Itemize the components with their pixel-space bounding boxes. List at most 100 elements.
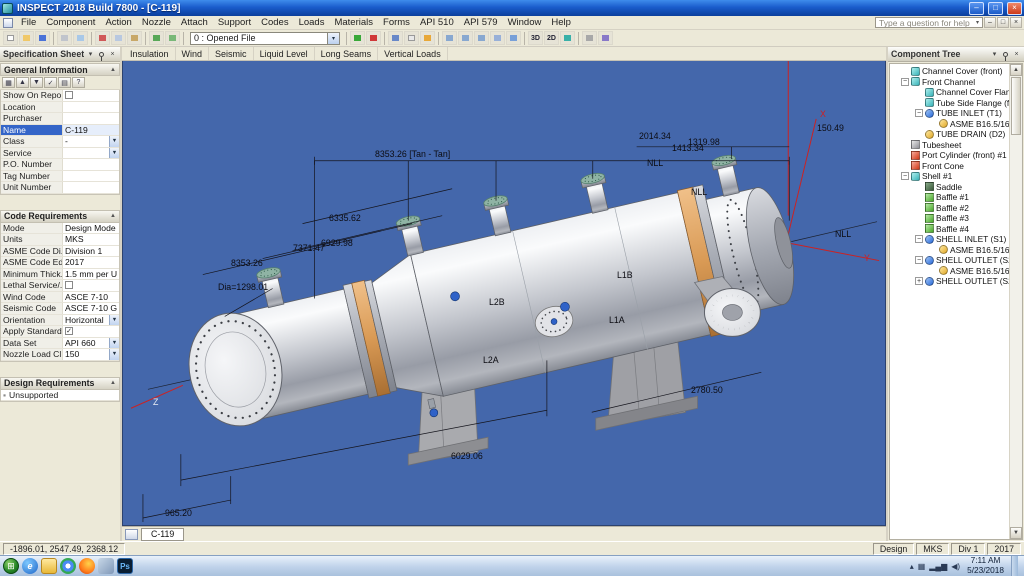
3d-model-canvas[interactable]	[123, 61, 885, 525]
chevron-down-icon[interactable]: ▾	[327, 32, 339, 44]
property-value[interactable]: ASCE 7-10▼	[63, 291, 119, 302]
analysis-tab[interactable]: Wind	[176, 47, 210, 60]
property-row[interactable]: Name C-119▼	[1, 124, 119, 136]
tree-item[interactable]: Baffle #2	[890, 203, 1009, 214]
property-value[interactable]: - ▼	[63, 136, 119, 147]
separator[interactable]	[183, 31, 184, 45]
property-row[interactable]: Apply Standard... ▼	[1, 326, 119, 338]
report-icon[interactable]: ▤	[58, 77, 71, 88]
tree-item[interactable]: Channel Cover Flange	[890, 87, 1009, 98]
move-down-icon[interactable]: ▼	[30, 77, 43, 88]
tree-item[interactable]: Channel Cover (front)	[890, 66, 1009, 77]
undo-button[interactable]	[149, 31, 164, 45]
property-value[interactable]: 2017▼	[63, 257, 119, 268]
property-value[interactable]: ASCE 7-10 Gro...▼	[63, 303, 119, 314]
view-2d-button[interactable]: 2D	[544, 31, 559, 45]
menu-item[interactable]: Attach	[176, 17, 213, 28]
property-row[interactable]: ASME Code Ed... 2017▼	[1, 257, 119, 269]
show-desktop-button[interactable]	[1011, 555, 1018, 576]
render-button[interactable]	[560, 31, 575, 45]
datasheet-view-icon[interactable]: ▦	[2, 77, 15, 88]
dropdown-button[interactable]: ▼	[109, 136, 119, 147]
pin-icon[interactable]	[99, 51, 104, 61]
property-value[interactable]: ▼	[63, 101, 119, 112]
refresh-button[interactable]	[350, 31, 365, 45]
pin-icon[interactable]	[1003, 51, 1008, 61]
menu-item[interactable]: Codes	[256, 17, 293, 28]
apply-icon[interactable]: ✓	[44, 77, 57, 88]
tree-item[interactable]: Tube Side Flange (fror	[890, 98, 1009, 109]
tray-app-icon[interactable]: ▦	[918, 562, 926, 571]
report-button[interactable]	[404, 31, 419, 45]
separator[interactable]	[91, 31, 92, 45]
datasheet-button[interactable]	[388, 31, 403, 45]
analysis-tab[interactable]: Insulation	[124, 47, 176, 60]
property-row[interactable]: Location ▼	[1, 101, 119, 113]
property-row[interactable]: Orientation Horizontal ▼	[1, 314, 119, 326]
property-value[interactable]: ▼	[63, 280, 119, 291]
tree-item[interactable]: Baffle #1	[890, 192, 1009, 203]
doc-minimize-button[interactable]: –	[984, 17, 996, 28]
tree-expander[interactable]	[901, 77, 909, 86]
photoshop-icon[interactable]: Ps	[117, 558, 133, 574]
property-value[interactable]: Horizontal ▼	[63, 314, 119, 325]
checkbox[interactable]	[65, 281, 73, 290]
stop-button[interactable]	[366, 31, 381, 45]
checkbox[interactable]	[65, 327, 73, 336]
menu-item[interactable]: Support	[213, 17, 256, 28]
tree-item[interactable]: Saddle	[890, 182, 1009, 193]
maximize-button[interactable]: □	[988, 1, 1003, 15]
paste-button[interactable]	[127, 31, 142, 45]
calculate-button[interactable]	[420, 31, 435, 45]
property-row[interactable]: Mode Design Mode▼	[1, 222, 119, 234]
property-row[interactable]: Minimum Thick... 1.5 mm per UG...▼	[1, 268, 119, 280]
separator[interactable]	[53, 31, 54, 45]
model-tab[interactable]: C-119	[141, 527, 185, 541]
tree-item[interactable]: SHELL INLET (S1)	[890, 234, 1009, 245]
tree-expander[interactable]	[915, 277, 923, 286]
property-value[interactable]: ▼	[63, 90, 119, 101]
section-general-information[interactable]: General Information ▲	[0, 63, 120, 76]
property-value[interactable]: ▼	[63, 147, 119, 158]
property-row[interactable]: Seismic Code ASCE 7-10 Gro...▼	[1, 303, 119, 315]
menu-item[interactable]: Action	[100, 17, 136, 28]
scroll-up-icon[interactable]: ▲	[1010, 64, 1022, 76]
tree-item[interactable]: ASME B16.5/16.47	[890, 266, 1009, 277]
zoom-out-button[interactable]	[458, 31, 473, 45]
property-row[interactable]: Data Set API 660 ▼	[1, 337, 119, 349]
menu-item[interactable]: Component	[41, 17, 100, 28]
tree-item[interactable]: Shell #1	[890, 171, 1009, 182]
property-row[interactable]: Unit Number ▼	[1, 182, 119, 194]
analysis-tab[interactable]: Liquid Level	[254, 47, 315, 60]
file-explorer-icon[interactable]	[41, 558, 57, 574]
analysis-tab[interactable]: Vertical Loads	[378, 47, 448, 60]
property-value[interactable]: Design Mode▼	[63, 222, 119, 233]
print-button[interactable]	[57, 31, 72, 45]
separator[interactable]	[145, 31, 146, 45]
tree-scrollbar[interactable]: ▲ ▼	[1009, 64, 1022, 539]
menu-item[interactable]: Forms	[378, 17, 415, 28]
property-value[interactable]: API 660 ▼	[63, 337, 119, 348]
settings-button[interactable]	[582, 31, 597, 45]
zoom-fit-button[interactable]	[474, 31, 489, 45]
separator[interactable]	[346, 31, 347, 45]
property-row[interactable]: Lethal Service/... ▼	[1, 280, 119, 292]
property-value[interactable]: ▼	[63, 182, 119, 193]
property-row[interactable]: Purchaser ▼	[1, 113, 119, 125]
property-row[interactable]: Nozzle Load Cl... 150 ▼	[1, 349, 119, 361]
menu-item[interactable]: API 579	[459, 17, 503, 28]
section-design-requirements[interactable]: Design Requirements ▲	[0, 376, 120, 390]
help-button[interactable]	[598, 31, 613, 45]
print-preview-button[interactable]	[73, 31, 88, 45]
tree-expander[interactable]	[915, 256, 923, 265]
tree-expander[interactable]	[915, 109, 923, 118]
dropdown-button[interactable]: ▼	[109, 337, 119, 348]
menu-item[interactable]: Loads	[294, 17, 330, 28]
checkbox[interactable]	[65, 91, 73, 100]
property-value[interactable]: ▼	[63, 326, 119, 337]
zoom-in-button[interactable]	[442, 31, 457, 45]
dropdown-button[interactable]: ▼	[109, 349, 119, 360]
tree-item[interactable]: TUBE DRAIN (D2)	[890, 129, 1009, 140]
close-icon[interactable]: ×	[108, 51, 117, 58]
sheet-list-icon[interactable]	[125, 528, 138, 540]
